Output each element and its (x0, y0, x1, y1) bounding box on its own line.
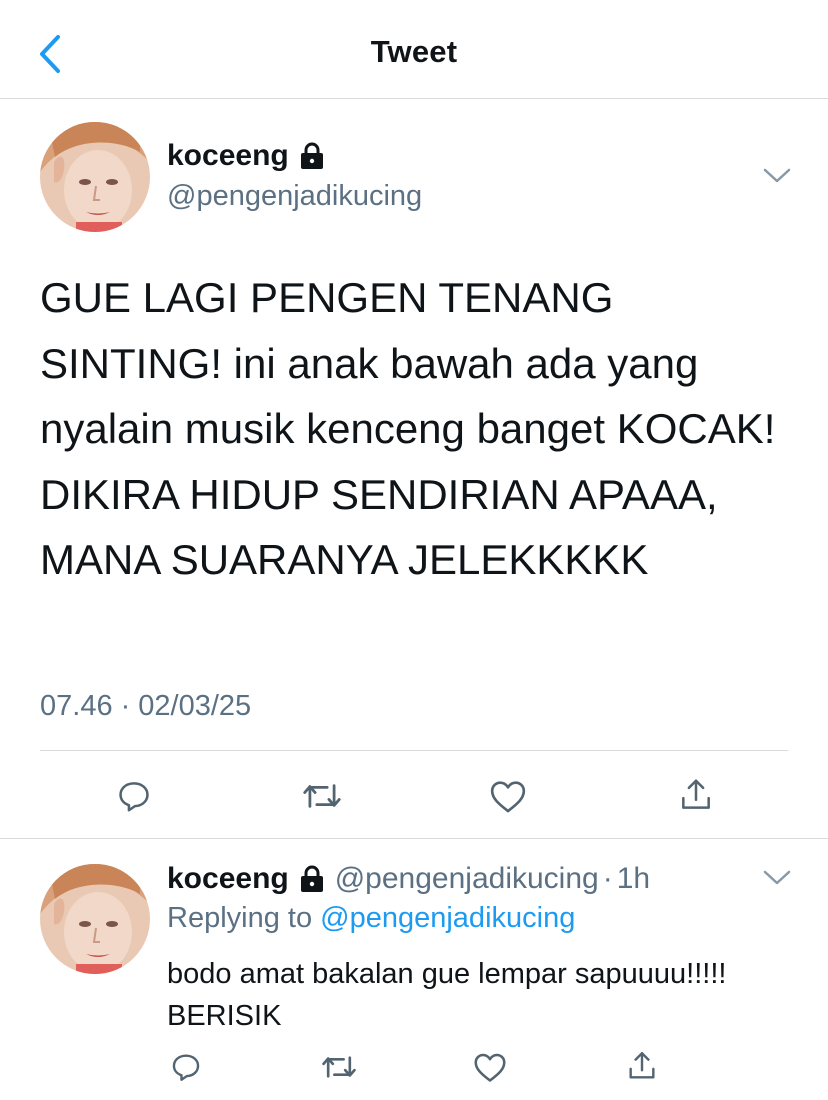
heart-icon (474, 1053, 506, 1082)
retweet-icon (303, 784, 341, 808)
share-icon (629, 1052, 655, 1079)
divider (40, 750, 788, 751)
reply-text: bodo amat bakalan gue lempar sapuuuu!!!!… (167, 958, 727, 1032)
reply-reply-button[interactable] (166, 1048, 206, 1086)
share-button[interactable] (674, 772, 718, 818)
reply-time: 1h (616, 862, 651, 895)
replying-prefix: Replying to (167, 902, 313, 934)
chevron-down-icon (763, 168, 791, 183)
reply-like-button[interactable] (470, 1048, 510, 1086)
tweet-text: GUE LAGI PENGEN TENANG SINTING! ini anak… (40, 274, 776, 583)
retweet-button[interactable] (299, 774, 345, 818)
header-bar: Tweet (0, 0, 828, 99)
heart-icon (490, 781, 526, 813)
tweet-time: 07.46 (40, 690, 113, 722)
avatar[interactable] (40, 122, 150, 232)
author-name-text[interactable]: koceeng (167, 139, 289, 173)
reply-author-handle[interactable]: @pengenjadikucing (335, 862, 599, 896)
chevron-down-icon (763, 870, 791, 885)
reply-retweet-button[interactable] (318, 1048, 360, 1086)
reply-author-name[interactable]: koceeng (167, 862, 289, 896)
like-button[interactable] (486, 774, 530, 818)
author-name[interactable]: koceeng (167, 139, 325, 173)
meta-separator: · (120, 690, 131, 722)
comment-icon (172, 1054, 200, 1081)
lock-icon (300, 865, 323, 892)
reply-lock (299, 865, 325, 893)
retweet-icon (322, 1056, 356, 1078)
more-options-button[interactable] (762, 166, 792, 186)
reply-more-options-button[interactable] (762, 868, 792, 888)
replying-to: Replying to @pengenjadikucing (167, 902, 575, 935)
tweet-timestamp: 07.46 · 02/03/25 (40, 690, 251, 723)
reply-avatar[interactable] (40, 864, 150, 974)
reply-share-button[interactable] (622, 1046, 662, 1086)
reply-separator: · (602, 862, 613, 895)
comment-icon (119, 782, 149, 812)
tweet-date: 02/03/25 (138, 690, 252, 722)
reply-button[interactable] (112, 774, 156, 818)
replying-to-link[interactable]: @pengenjadikucing (320, 902, 575, 934)
share-icon (682, 779, 710, 809)
lock-icon (300, 142, 323, 169)
reply-header: koceeng @pengenjadikucing · 1h (167, 862, 650, 896)
section-divider (0, 838, 828, 839)
page-title: Tweet (370, 34, 458, 69)
author-handle[interactable]: @pengenjadikucing (167, 180, 422, 213)
